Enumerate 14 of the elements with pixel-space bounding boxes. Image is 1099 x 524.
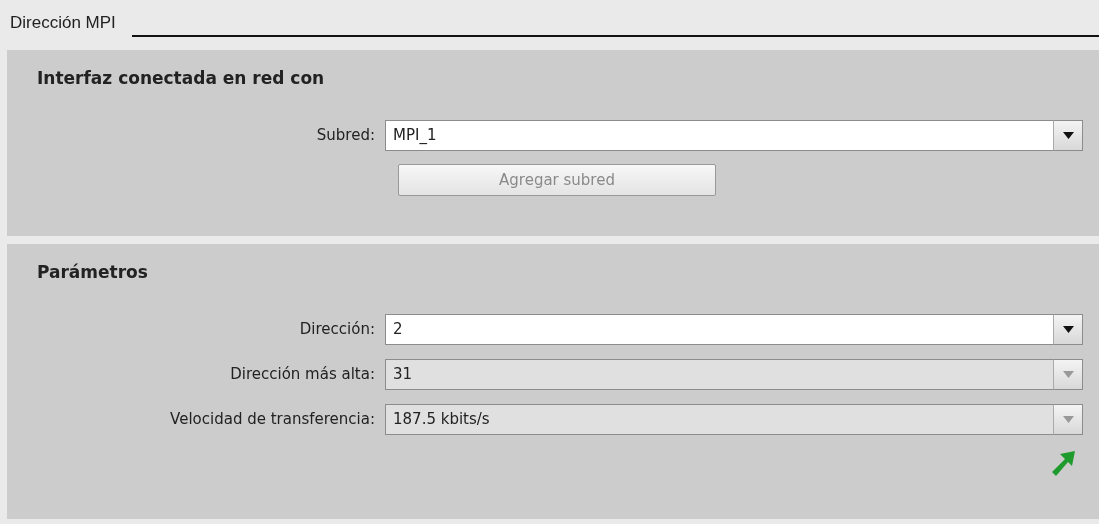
- section-heading: Interfaz conectada en red con: [37, 67, 326, 90]
- arrow-icon[interactable]: [1051, 449, 1077, 477]
- section-title: Dirección MPI: [10, 12, 116, 34]
- dropdown-field[interactable]: 2: [385, 314, 1053, 345]
- dropdown-button[interactable]: [1053, 120, 1083, 151]
- dropdown-field[interactable]: MPI_1: [385, 120, 1053, 151]
- caret-icon[interactable]: [1062, 132, 1074, 139]
- field-label: Subred:: [315, 125, 375, 147]
- field-label: Dirección:: [298, 319, 375, 341]
- dropdown-button[interactable]: [1053, 314, 1083, 345]
- caret-icon[interactable]: [1062, 326, 1074, 333]
- field-label: Dirección más alta:: [229, 364, 375, 386]
- field-label: Velocidad de transferencia:: [169, 409, 375, 431]
- section-heading: Parámetros: [37, 261, 149, 284]
